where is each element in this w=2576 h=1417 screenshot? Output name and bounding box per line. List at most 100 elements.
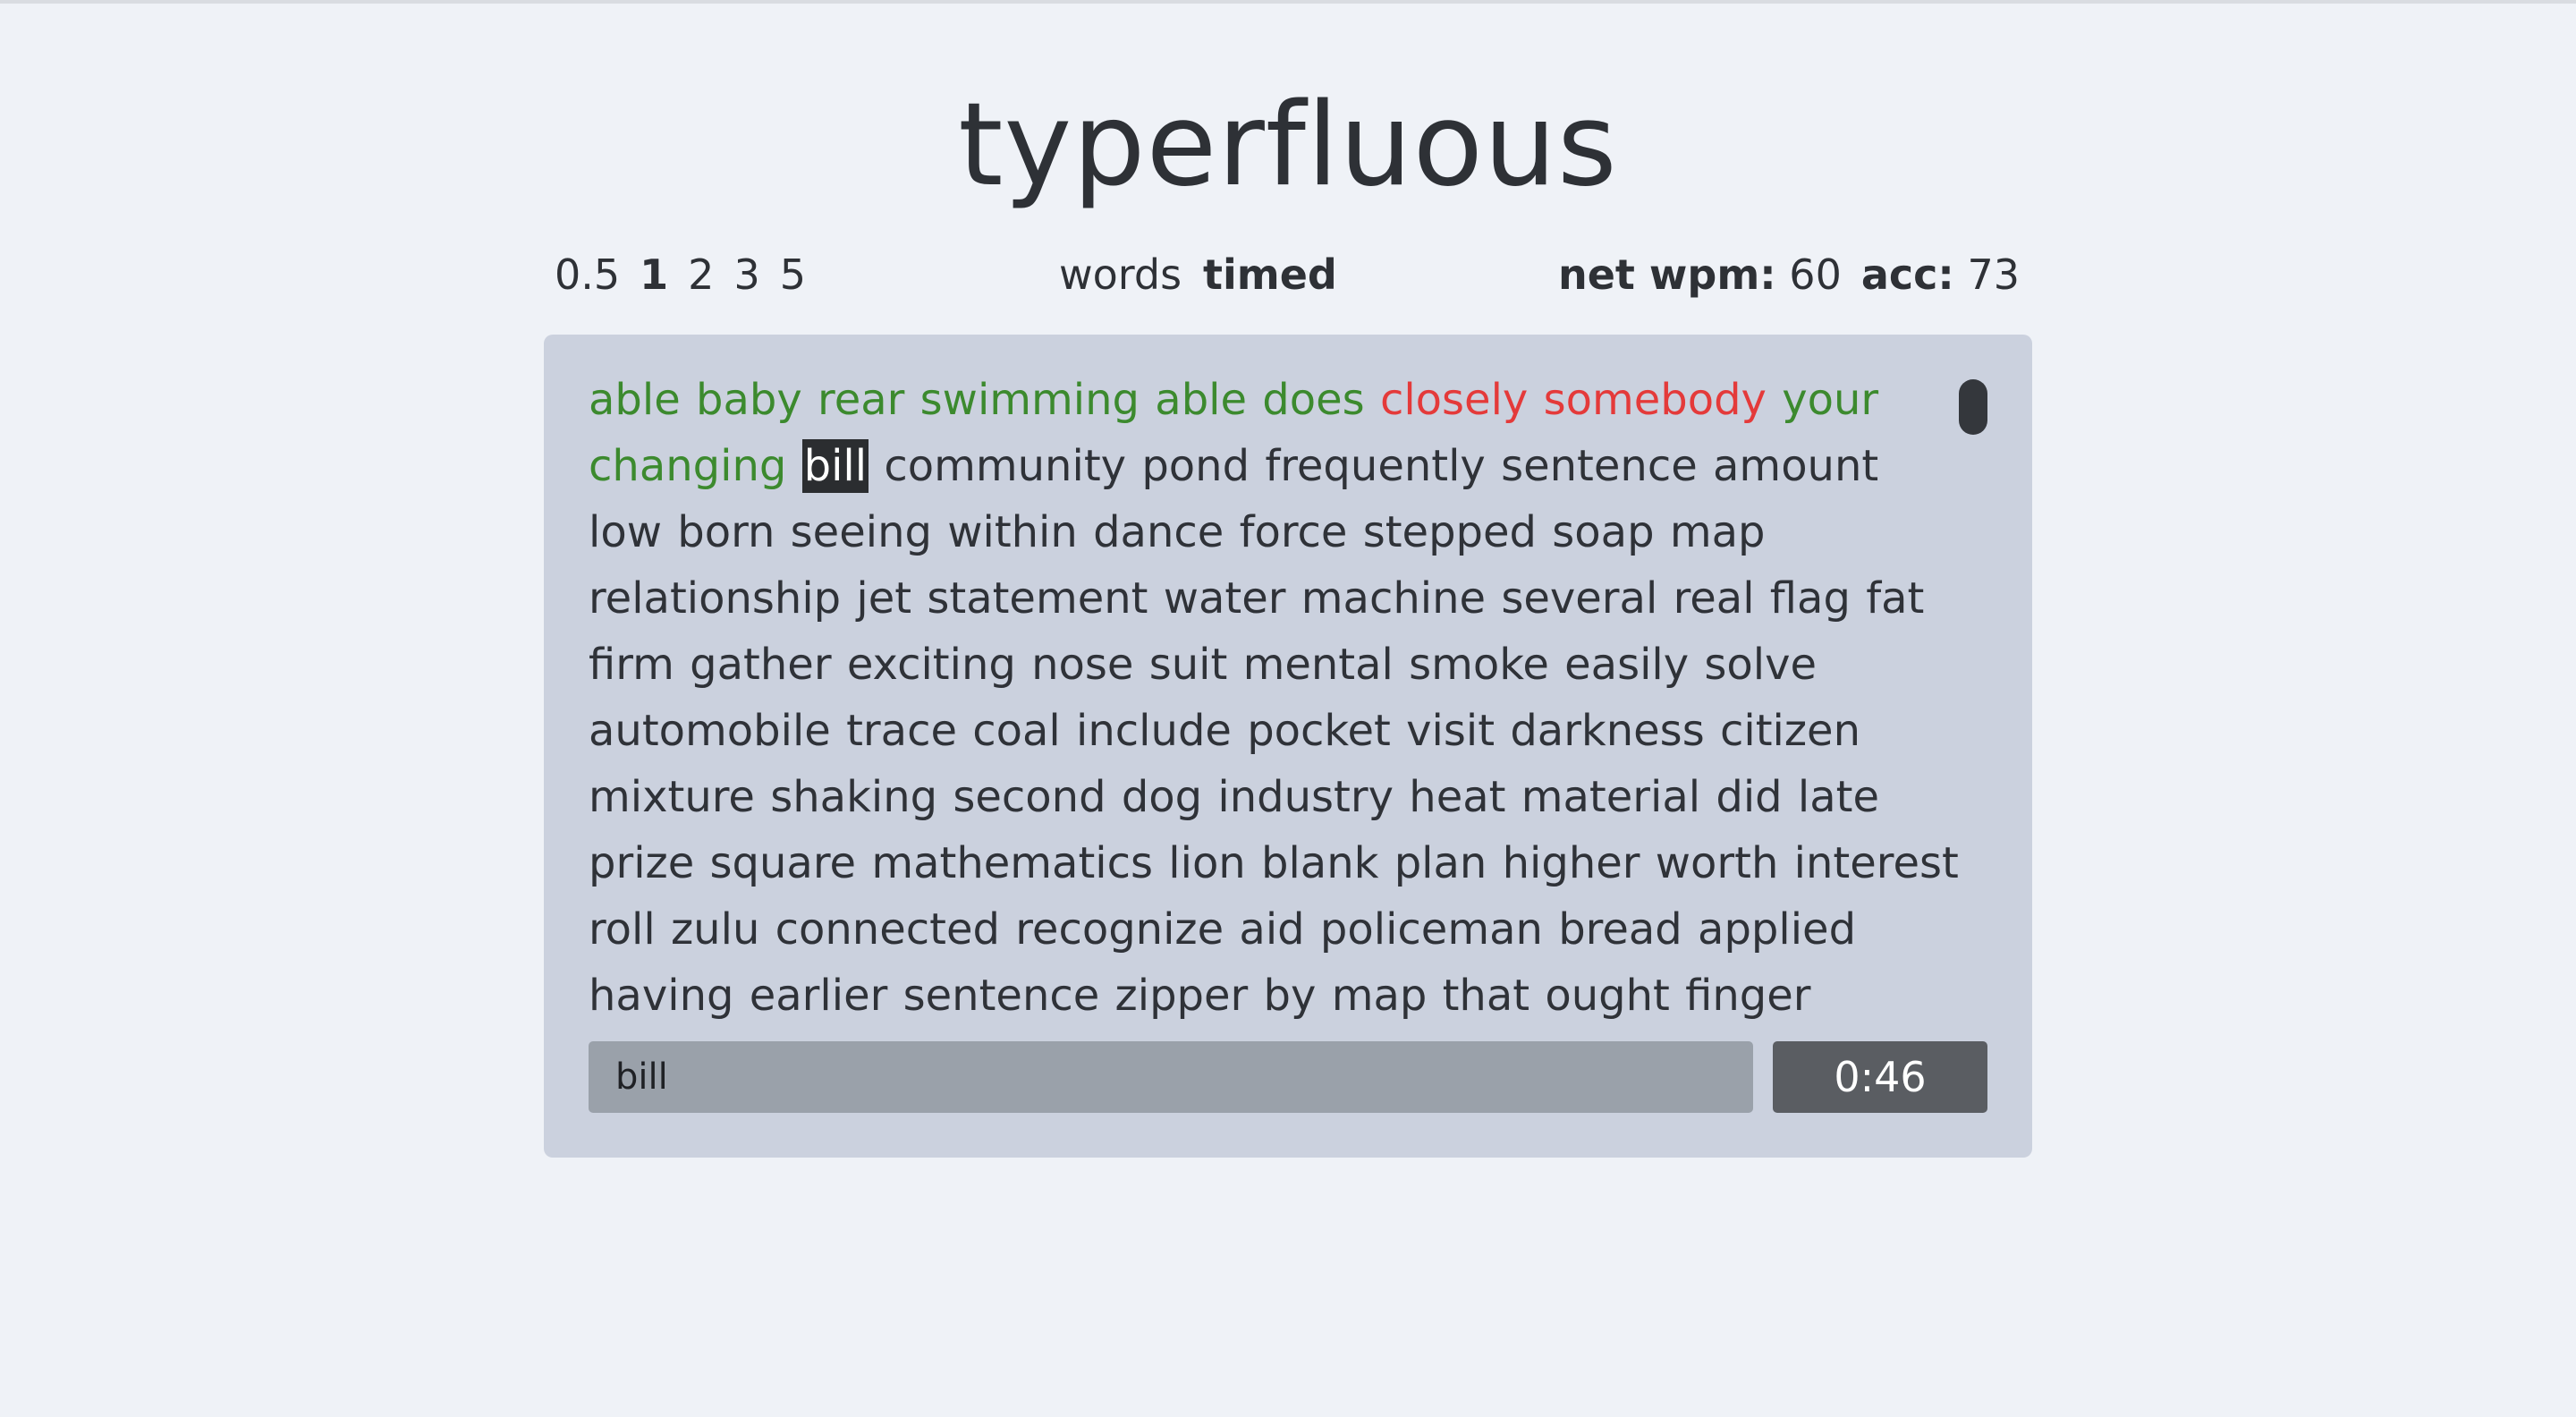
word: sentence [1501, 441, 1698, 491]
word: low [589, 507, 662, 557]
stats-display: net wpm: 60 acc: 73 [1558, 243, 2020, 306]
word: lion [1168, 838, 1246, 888]
word: dance [1093, 507, 1224, 557]
mode-timed-toggle[interactable]: timed [1203, 243, 1337, 306]
accuracy-label: acc: [1860, 250, 1954, 299]
accuracy-stat: acc: 73 [1861, 243, 2020, 306]
word: baby [696, 375, 802, 425]
duration-option-3[interactable]: 3 [733, 243, 759, 306]
word: higher [1502, 838, 1640, 888]
typing-input[interactable] [589, 1041, 1753, 1113]
word: water [1163, 573, 1286, 624]
word: able [589, 375, 681, 425]
word: industry [1217, 772, 1394, 822]
word: seeing [790, 507, 932, 557]
word: include [1076, 706, 1232, 756]
word: pocket [1247, 706, 1391, 756]
word: zulu [670, 904, 760, 955]
word-list: able baby rear swimming able does closel… [589, 367, 1966, 1036]
word: map [1669, 507, 1766, 557]
word: interest [1793, 838, 1959, 888]
word: easily [1564, 640, 1690, 690]
word: bread [1558, 904, 1682, 955]
word: applied [1698, 904, 1857, 955]
word: second [953, 772, 1106, 822]
accuracy-value: 73 [1967, 250, 2020, 299]
word: blank [1261, 838, 1379, 888]
word: coal [972, 706, 1061, 756]
word: community [884, 441, 1127, 491]
word: zipper [1114, 971, 1249, 1021]
word: relationship [589, 573, 842, 624]
word: several [1501, 573, 1658, 624]
duration-option-1[interactable]: 1 [640, 243, 668, 306]
word: did [1716, 772, 1783, 822]
word: connected [775, 904, 1000, 955]
word: solve [1704, 640, 1818, 690]
word: that [1442, 971, 1530, 1021]
word: darkness [1510, 706, 1705, 756]
word: machine [1301, 573, 1487, 624]
word: visit [1406, 706, 1496, 756]
word: by [1263, 971, 1317, 1021]
word: swimming [919, 375, 1140, 425]
word: citizen [1719, 706, 1860, 756]
word: prize [589, 838, 695, 888]
word: mental [1242, 640, 1394, 690]
scrollbar-thumb[interactable] [1959, 379, 1987, 435]
word: automobile [589, 706, 831, 756]
word: amount [1713, 441, 1879, 491]
duration-option-2[interactable]: 2 [688, 243, 714, 306]
word: rear [818, 375, 905, 425]
mode-words-toggle[interactable]: words [1059, 243, 1182, 306]
word: somebody [1543, 375, 1767, 425]
word: late [1797, 772, 1879, 822]
word: exciting [846, 640, 1016, 690]
app-title: typerfluous [958, 79, 1618, 212]
word: earlier [749, 971, 888, 1021]
word: trace [846, 706, 957, 756]
word: square [709, 838, 857, 888]
word: gather [690, 640, 832, 690]
word: worth [1655, 838, 1779, 888]
word: sentence [902, 971, 1100, 1021]
word: having [589, 971, 734, 1021]
word: your [1782, 375, 1879, 425]
word: born [677, 507, 775, 557]
word: force [1239, 507, 1348, 557]
word: smoke [1409, 640, 1549, 690]
options-row: 0.5 1 2 3 5 words timed net wpm: 60 acc:… [544, 243, 2032, 306]
word: suit [1148, 640, 1228, 690]
word: flag [1769, 573, 1851, 624]
word: policeman [1319, 904, 1543, 955]
word: changing [589, 441, 787, 491]
word: material [1521, 772, 1701, 822]
word: real [1673, 573, 1755, 624]
word: pond [1141, 441, 1250, 491]
current-word: bill [801, 439, 869, 493]
word: ought [1545, 971, 1670, 1021]
word: finger [1685, 971, 1811, 1021]
duration-option-5[interactable]: 5 [780, 243, 806, 306]
word: aid [1239, 904, 1305, 955]
word: statement [927, 573, 1148, 624]
wpm-label: net wpm: [1557, 250, 1776, 299]
word: recognize [1015, 904, 1224, 955]
word: dog [1121, 772, 1203, 822]
timer-display: 0:46 [1773, 1041, 1987, 1113]
mode-selector: words timed [1059, 243, 1337, 306]
word: does [1262, 375, 1365, 425]
word: mixture [589, 772, 755, 822]
word: jet [856, 573, 912, 624]
top-divider [0, 0, 2576, 4]
wpm-stat: net wpm: 60 [1558, 243, 1842, 306]
word: fat [1866, 573, 1925, 624]
typing-panel: able baby rear swimming able does closel… [544, 335, 2032, 1158]
word: heat [1409, 772, 1506, 822]
duration-option-0.5[interactable]: 0.5 [555, 243, 620, 306]
word: plan [1394, 838, 1487, 888]
word: stepped [1362, 507, 1538, 557]
word: frequently [1265, 441, 1486, 491]
word: able [1155, 375, 1248, 425]
word: map [1331, 971, 1428, 1021]
